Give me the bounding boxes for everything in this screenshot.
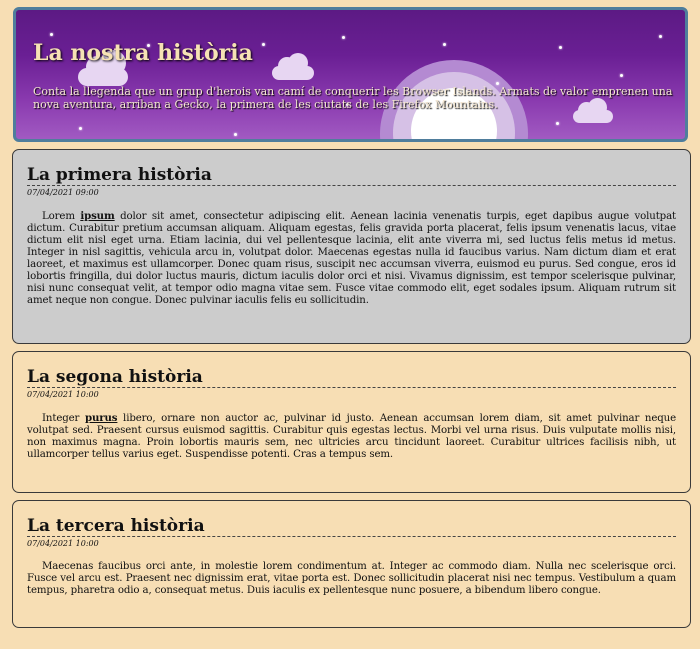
article-card: La tercera història 07/04/2021 10:00 Mae…	[12, 500, 691, 628]
star-decoration	[262, 43, 265, 46]
star-decoration	[50, 33, 53, 36]
star-decoration	[443, 43, 446, 46]
article-body-text: dolor sit amet, consectetur adipiscing e…	[27, 211, 676, 306]
star-decoration	[234, 133, 237, 136]
article-body: Lorem ipsum dolor sit amet, consectetur …	[27, 210, 676, 307]
star-decoration	[659, 35, 662, 38]
article-date: 07/04/2021 10:00	[27, 539, 99, 548]
star-decoration	[556, 122, 559, 125]
cloud-decoration	[78, 50, 128, 86]
article-title: La segona història	[27, 367, 676, 388]
article-title: La primera història	[27, 165, 676, 186]
page-header: La nostra història Conta la llegenda que…	[13, 7, 688, 142]
article-body-text: Maecenas faucibus orci ante, in molestie…	[27, 561, 676, 596]
article-body-text: Lorem	[42, 211, 81, 222]
page-title: La nostra història	[33, 40, 253, 66]
article-date: 07/04/2021 09:00	[27, 188, 99, 197]
article-body: Integer purus libero, ornare non auctor …	[27, 412, 676, 461]
page-description: Conta la llegenda que un grup d'herois v…	[33, 85, 673, 111]
star-decoration	[620, 74, 623, 77]
article-date: 07/04/2021 10:00	[27, 390, 99, 399]
article-title: La tercera història	[27, 516, 676, 537]
article-card: La segona història 07/04/2021 10:00 Inte…	[12, 351, 691, 493]
cloud-decoration	[573, 98, 613, 123]
star-decoration	[559, 46, 562, 49]
article-card: La primera història 07/04/2021 09:00 Lor…	[12, 149, 691, 344]
star-decoration	[79, 127, 82, 130]
article-keyword: purus	[84, 412, 118, 424]
star-decoration	[342, 36, 345, 39]
article-body-text: Integer	[42, 413, 85, 424]
article-keyword: ipsum	[80, 210, 115, 222]
cloud-decoration	[272, 53, 314, 80]
article-body: Maecenas faucibus orci ante, in molestie…	[27, 561, 676, 597]
article-body-text: libero, ornare non auctor ac, pulvinar i…	[27, 413, 676, 460]
